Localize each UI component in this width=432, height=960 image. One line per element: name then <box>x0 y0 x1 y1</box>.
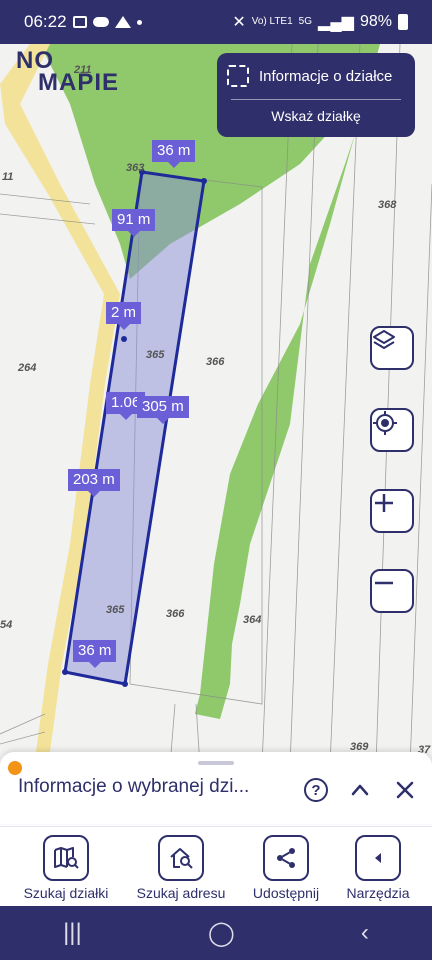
help-button[interactable]: ? <box>302 776 330 804</box>
layers-icon <box>373 330 395 349</box>
network-label: Vo) LTE1 <box>251 16 293 27</box>
logo-line-2: MAPIE <box>38 69 120 96</box>
tools-button[interactable]: Narzędzia <box>340 835 416 901</box>
parcel-label: 365 <box>106 604 125 616</box>
map-search-icon <box>54 847 79 869</box>
select-area-icon <box>227 65 249 87</box>
cloud-icon <box>92 17 109 27</box>
share-icon <box>277 848 295 868</box>
chevron-up-icon <box>351 784 369 796</box>
battery-icon <box>398 14 408 30</box>
bottom-toolbar: Szukaj działki Szukaj adresu Udostępnij <box>0 826 432 906</box>
system-nav-bar: ||| ◯ ‹ <box>0 906 432 960</box>
info-bottom-sheet[interactable]: Informacje o wybranej dzi... ? <box>0 752 432 824</box>
measure-label: 36 m <box>152 140 196 168</box>
chevron-left-icon <box>375 853 381 863</box>
parcel-label: 11 <box>2 171 14 183</box>
zoom-out-button[interactable] <box>370 569 414 613</box>
locate-button[interactable] <box>370 408 414 452</box>
search-address-label: Szukaj adresu <box>136 885 226 901</box>
parcel-label: 364 <box>243 614 262 626</box>
measure-label: 91 m <box>112 209 156 237</box>
measure-label: 305 m <box>137 396 189 424</box>
home-icon <box>114 16 131 28</box>
app-logo: NO MAPIE <box>16 49 120 96</box>
zoom-in-button[interactable] <box>370 489 414 533</box>
network-type: 5G <box>298 16 313 27</box>
search-parcel-label: Szukaj działki <box>23 885 109 901</box>
parcel-label: 366 <box>166 608 185 620</box>
battery-level: 98% <box>359 13 392 30</box>
search-address-button[interactable]: Szukaj adresu <box>131 835 231 901</box>
close-button[interactable] <box>391 776 419 804</box>
vertex-point <box>201 178 207 184</box>
measure-label: 36 m <box>73 640 117 668</box>
plus-icon <box>375 494 393 512</box>
signal-icon: ▂▄▆ <box>318 14 354 31</box>
parcel-label: 366 <box>206 356 225 368</box>
measure-label: 203 m <box>68 469 120 497</box>
locate-icon <box>373 411 397 435</box>
parcel-info-toggle[interactable]: Informacje o działce <box>227 65 405 87</box>
parcel-info-title: Informacje o działce <box>259 67 393 85</box>
layers-button[interactable] <box>370 326 414 370</box>
parcel-label: 368 <box>378 199 397 211</box>
close-icon <box>396 781 414 799</box>
divider <box>231 99 401 100</box>
collapse-button[interactable] <box>346 776 374 804</box>
point-parcel-button[interactable]: Wskaż działkę <box>227 108 405 124</box>
parcel-info-panel: Informacje o działce Wskaż działkę <box>217 53 415 137</box>
vertex-point <box>122 681 128 687</box>
status-bar: 06:22 ✕ Vo) LTE1 5G ▂▄▆ 98% <box>0 0 432 44</box>
share-button[interactable]: Udostępnij <box>246 835 326 901</box>
measure-label: 2 m <box>106 302 142 330</box>
vertex-point <box>62 669 68 675</box>
back-icon[interactable]: ‹ <box>361 919 369 947</box>
help-icon: ? <box>304 778 328 802</box>
share-label: Udostępnij <box>252 885 320 901</box>
vertex-point <box>121 336 127 342</box>
gallery-icon <box>72 16 87 28</box>
tools-label: Narzędzia <box>346 885 410 901</box>
map-canvas <box>0 44 432 766</box>
sheet-drag-handle[interactable] <box>198 761 234 765</box>
parcel-label: 365 <box>146 349 165 361</box>
status-dot <box>8 761 22 775</box>
parcel-label: 363 <box>126 162 145 174</box>
status-time: 06:22 <box>24 12 67 31</box>
map-view[interactable]: 363 368 211 11 264 365 366 365 366 364 3… <box>0 44 432 766</box>
home-button-icon[interactable]: ◯ <box>208 919 235 948</box>
mute-icon: ✕ <box>232 14 246 31</box>
notification-dot-icon <box>136 19 142 25</box>
parcel-label: 264 <box>18 362 37 374</box>
home-search-icon <box>170 848 193 869</box>
sheet-title: Informacje o wybranej dzi... <box>18 776 250 797</box>
parcel-label: 54 <box>0 619 13 631</box>
search-parcel-button[interactable]: Szukaj działki <box>17 835 115 901</box>
recent-apps-icon[interactable]: ||| <box>63 919 82 947</box>
minus-icon <box>375 581 393 585</box>
